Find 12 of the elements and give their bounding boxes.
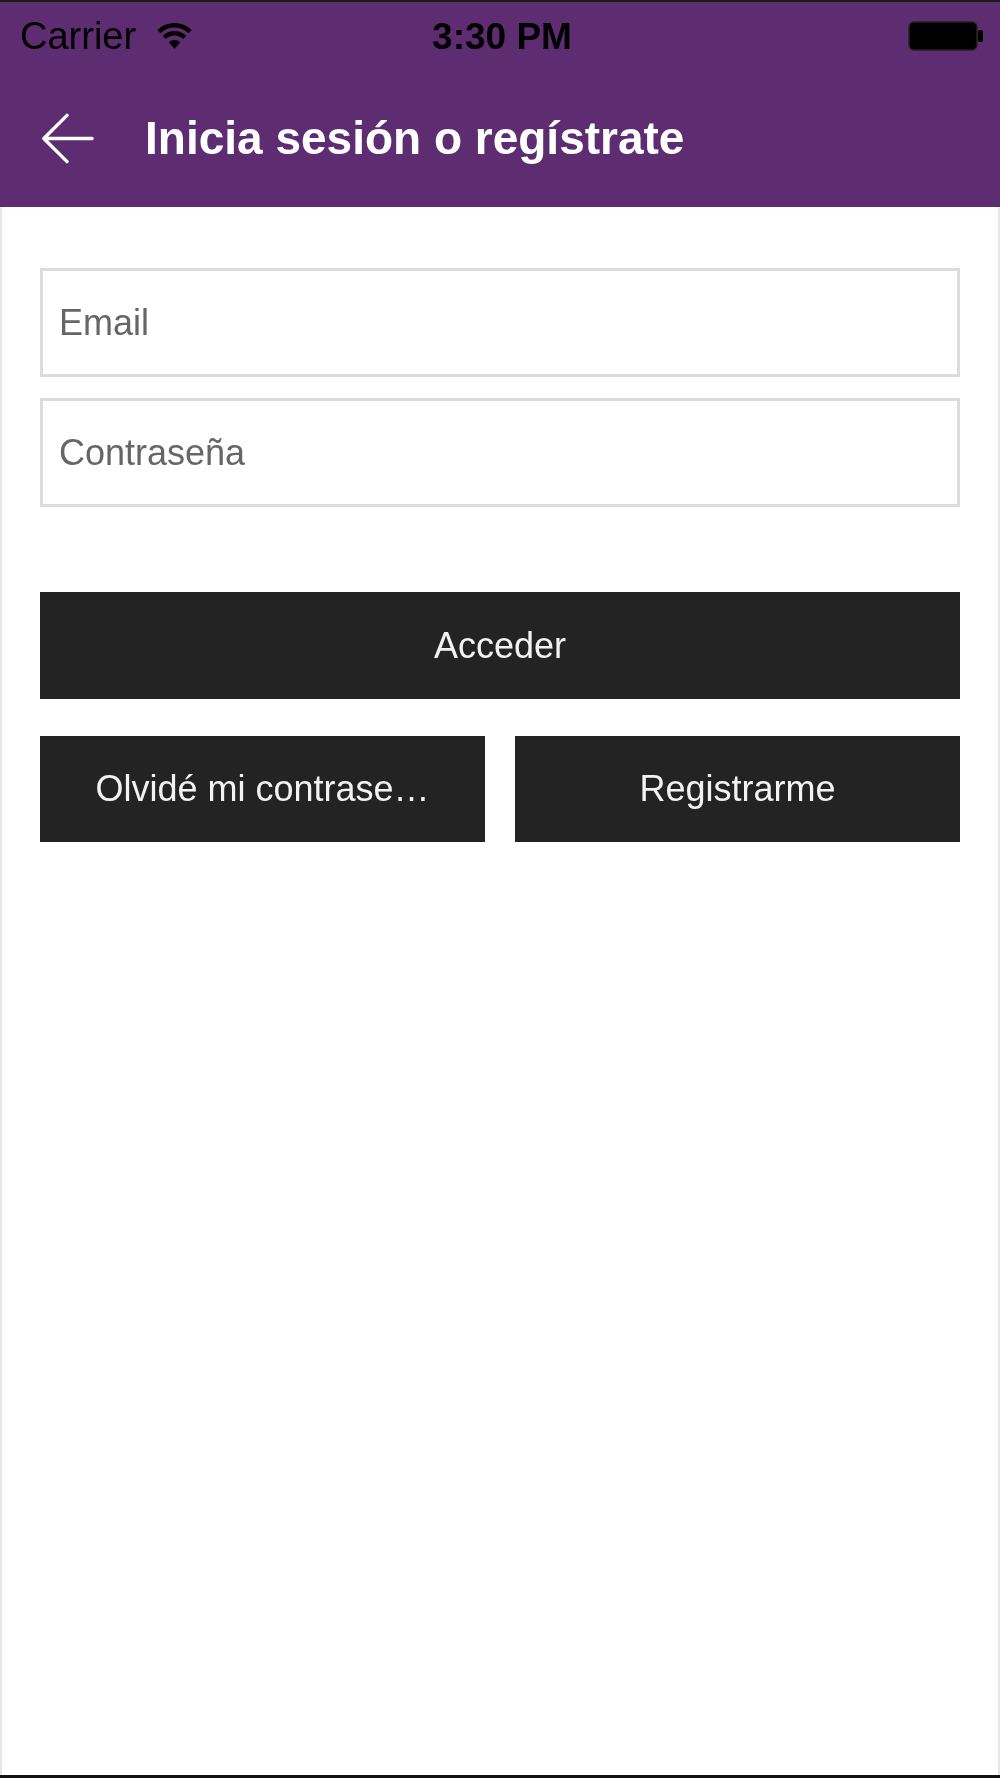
wifi-icon	[156, 22, 194, 50]
email-field[interactable]: Email	[40, 268, 960, 377]
forgot-password-button[interactable]: Olvidé mi contrase…	[40, 736, 485, 842]
password-field[interactable]: Contraseña	[40, 398, 960, 507]
back-arrow-icon	[40, 113, 94, 164]
back-button[interactable]	[40, 113, 94, 164]
register-button[interactable]: Registrarme	[515, 736, 960, 842]
battery-icon	[908, 21, 984, 51]
sign-in-button[interactable]: Acceder	[40, 592, 960, 699]
screen-title: Inicia sesión o regístrate	[145, 110, 685, 166]
carrier-name: Carrier	[20, 17, 137, 55]
status-time: 3:30 PM	[432, 17, 572, 55]
